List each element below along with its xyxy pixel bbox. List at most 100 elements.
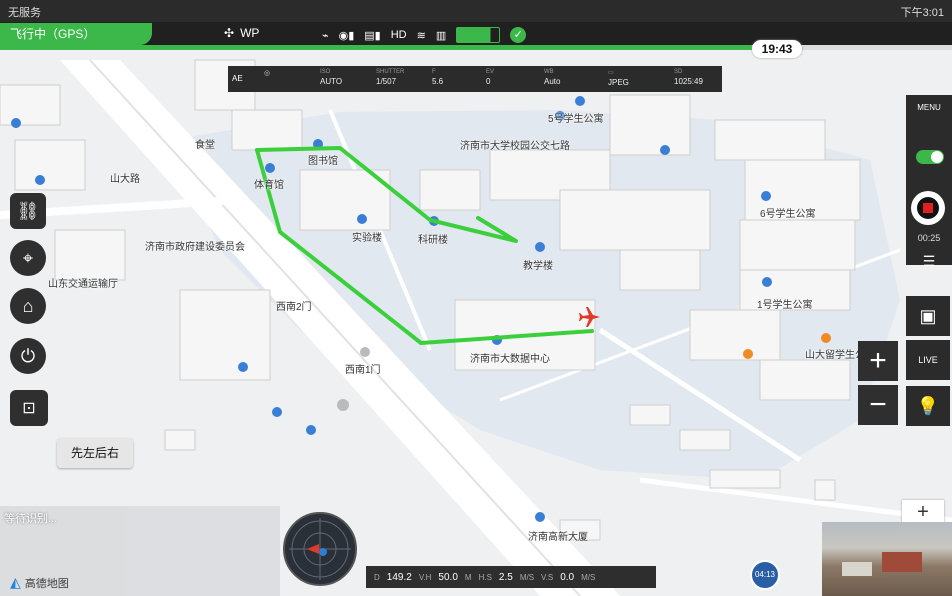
image-icon: ▣ [919, 305, 937, 326]
auto-takeoff-button[interactable]: ⛓ [10, 193, 46, 229]
takeoff-icon: ⛓ [16, 200, 40, 221]
system-time: 下午3:01 [900, 7, 944, 19]
map-label: 1号学生公寓 [757, 300, 813, 311]
hspeed-unit: M/S [519, 572, 535, 582]
map-label: 济南市大学校园公交七路 [460, 141, 570, 152]
map-brand: ◭ 高德地图 [10, 574, 69, 591]
distance-label: D [374, 572, 380, 582]
sliders-icon[interactable]: ☰ [906, 253, 952, 270]
map-label: 5号学生公寓 [548, 114, 604, 125]
photo-format-icon: ▭ [608, 70, 614, 76]
order-button[interactable]: 先左后右 [57, 438, 133, 468]
cam-aperture[interactable]: F 5.6 [432, 69, 443, 86]
speed-indicator[interactable]: 04:13 [750, 560, 780, 590]
return-home-button[interactable]: ⌂ [10, 288, 46, 324]
power-icon: ⏻ [20, 345, 36, 366]
vspeed-value: 0.0 [560, 571, 575, 583]
ae-lock-label[interactable]: AE [232, 74, 243, 83]
drone-icon: ✣ [224, 26, 235, 40]
video-building [842, 562, 872, 576]
system-status-bar: 无服务 下午3:01 [0, 0, 952, 22]
map-label: 济南市政府建设委员会 [145, 242, 245, 253]
vspeed-unit: M/S [581, 572, 596, 582]
wifi-icon: ≋ [416, 29, 426, 42]
fpv-video-preview[interactable] [822, 522, 952, 596]
map-label: 图书馆 [308, 156, 338, 167]
record-icon [917, 197, 939, 219]
crosshair-icon: ⌖ [22, 247, 34, 268]
height-label: V.H [418, 572, 432, 582]
camera-settings-bar[interactable]: AE ◎ ISO AUTO SHUTTER 1/507 F 5.6 EV 0 W… [228, 66, 722, 92]
cam-iso[interactable]: ISO AUTO [320, 69, 342, 86]
hspeed-value: 2.5 [498, 571, 513, 583]
hspeed-label: H.S [478, 572, 492, 582]
map-label: 科研楼 [418, 235, 448, 246]
waypoint-mode[interactable]: ✣ WP [224, 26, 259, 40]
home-icon: ⌂ [22, 295, 34, 316]
height-unit: M [464, 572, 472, 582]
controller-icon: ⊡ [22, 400, 36, 417]
locate-button[interactable]: ⌖ [10, 240, 46, 276]
map-label: 食堂 [195, 140, 215, 151]
vspeed-label: V.S [541, 572, 554, 582]
satellite-count-icon: ▤▮ [364, 29, 381, 42]
gps-signal-icon: ⌁ [322, 29, 329, 42]
map-label: 山东交通运输厅 [48, 279, 118, 290]
telemetry-bar: D 149.2 V.H 50.0 M H.S 2.5 M/S V.S 0.0 M… [366, 566, 656, 588]
hd-label: HD [390, 29, 407, 41]
live-label: LIVE [918, 355, 938, 365]
map-label: 山大路 [110, 174, 140, 185]
record-button[interactable] [911, 191, 945, 225]
recognition-status: 等待识别... [4, 513, 58, 525]
map-label: 西南2门 [276, 302, 312, 313]
map-label: 西南1门 [345, 365, 381, 376]
plus-icon: + [869, 344, 887, 377]
battery-level [456, 27, 501, 43]
cam-shutter[interactable]: SHUTTER 1/507 [376, 69, 404, 86]
map-label: 6号学生公寓 [760, 209, 816, 220]
map-label: 体育馆 [254, 180, 284, 191]
record-time: 00:25 [917, 233, 941, 243]
recognition-panel: 等待识别... ◭ 高德地图 [0, 506, 280, 596]
map-label: 实验楼 [352, 233, 382, 244]
distance-value: 149.2 [386, 571, 412, 583]
map-brand-label: 高德地图 [24, 577, 69, 590]
map-label: 济南市大数据中心 [470, 354, 550, 365]
map-label: 教学楼 [523, 261, 553, 272]
signal-status-group: ⌁ ◉▮ ▤▮ HD ≋ ▥ ✓ [322, 27, 527, 43]
video-building [882, 552, 922, 572]
menu-button[interactable]: MENU [910, 103, 948, 112]
mission-progress-fill [0, 45, 753, 50]
zoom-out-button[interactable]: − [858, 385, 898, 425]
add-button[interactable]: + [902, 500, 944, 524]
wp-label: WP [240, 26, 260, 40]
rc-signal-icon: ◉▮ [338, 29, 355, 42]
amap-logo-icon: ◭ [10, 574, 21, 590]
cam-storage[interactable]: SD 1025:49 [674, 69, 703, 86]
cam-ev[interactable]: EV 0 [486, 69, 494, 86]
attitude-radar [283, 512, 357, 586]
zoom-in-button[interactable]: + [858, 341, 898, 381]
bulb-icon: 💡 [916, 395, 940, 416]
focus-icon[interactable]: ◎ [264, 69, 270, 77]
cam-wb[interactable]: WB Auto [544, 69, 560, 86]
radar-graphic [289, 518, 351, 580]
live-button[interactable]: LIVE [906, 340, 950, 380]
remote-controller-button[interactable]: ⊡ [10, 390, 48, 426]
light-button[interactable]: 💡 [906, 386, 950, 426]
cam-format[interactable]: ▭ JPEG [608, 69, 629, 87]
camera-control-panel: MENU 00:25 ☰ [906, 95, 952, 269]
minus-icon: − [869, 388, 887, 421]
photo-video-toggle[interactable] [916, 150, 944, 164]
flight-time-pill: 19:43 [752, 40, 802, 58]
power-button[interactable]: ⏻ [10, 338, 46, 374]
check-icon: ✓ [510, 27, 527, 43]
map-label: 济南高新大厦 [528, 532, 588, 543]
height-value: 50.0 [438, 571, 458, 583]
battery-small-icon: ▥ [435, 29, 447, 42]
carrier-label: 无服务 [8, 7, 41, 19]
plus-icon: + [917, 501, 929, 523]
mission-progress-bar [0, 45, 952, 50]
flight-status-badge[interactable]: 飞行中（GPS） [0, 23, 152, 45]
gallery-button[interactable]: ▣ [906, 296, 950, 336]
